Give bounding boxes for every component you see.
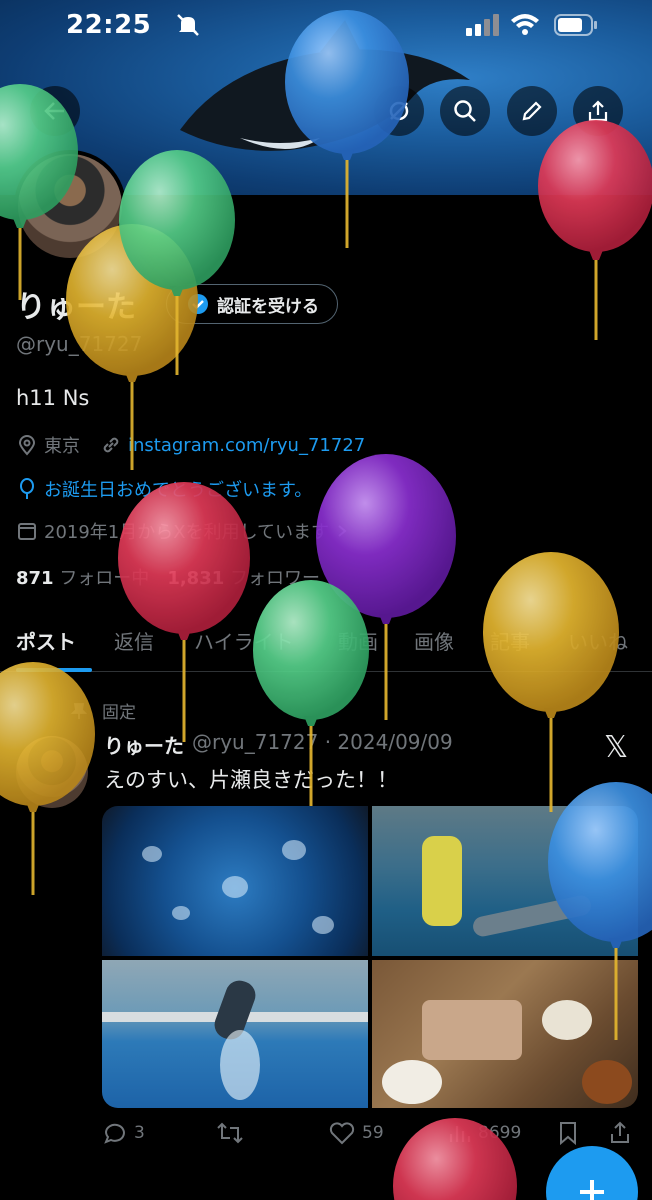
- profile-joined-row[interactable]: 2019年1月からXを利用しています: [16, 518, 349, 544]
- pin-icon: [70, 702, 88, 719]
- bookmark-icon: [560, 1122, 576, 1146]
- back-button[interactable]: [30, 86, 80, 136]
- chevron-right-icon: [338, 525, 347, 537]
- profile-location-link-row: 東京 instagram.com/ryu_71727: [16, 432, 365, 458]
- reply-icon: [104, 1123, 125, 1144]
- repost-icon: [217, 1122, 243, 1144]
- status-bar: 22:25: [0, 0, 652, 52]
- profile-tabs: ポスト 返信 ハイライト 動画 画像 記事 いいね: [0, 610, 652, 672]
- following-count: 871: [16, 568, 54, 589]
- tab-replies[interactable]: 返信: [114, 626, 154, 655]
- profile-name: りゅーた: [16, 290, 136, 325]
- follow-counts: 871 フォロー中 1,831 フォロワー: [16, 564, 320, 590]
- media-dolphin-show-image[interactable]: [102, 960, 368, 1108]
- get-verified-button[interactable]: 認証を受ける: [166, 284, 338, 324]
- profile-avatar[interactable]: [14, 150, 126, 262]
- profile-joined: 2019年1月からXを利用しています: [44, 522, 330, 543]
- profile-handle: @ryu_71727: [16, 332, 143, 356]
- calendar-icon: [18, 523, 36, 540]
- like-count: 59: [362, 1123, 384, 1143]
- back-arrow-icon: [44, 102, 64, 120]
- compose-button[interactable]: [546, 1146, 638, 1200]
- analytics-icon: [449, 1126, 471, 1142]
- media-jellyfish-image[interactable]: [102, 806, 368, 956]
- reply-count: 3: [134, 1123, 145, 1143]
- tab-articles[interactable]: 記事: [490, 626, 530, 655]
- search-button[interactable]: [440, 86, 490, 136]
- plus-icon: [580, 1180, 604, 1200]
- tab-videos[interactable]: 動画: [338, 626, 378, 655]
- following-link[interactable]: 871 フォロー中: [16, 564, 149, 590]
- reply-button[interactable]: 3: [102, 1120, 145, 1146]
- get-verified-label: 認証を受ける: [217, 296, 319, 317]
- search-icon: [454, 100, 476, 122]
- x-logo-icon: 𝕏: [604, 730, 629, 765]
- tab-posts[interactable]: ポスト: [16, 626, 76, 655]
- post-text: えのすい、片瀬良きだった！！: [104, 768, 398, 792]
- link-icon: [103, 437, 119, 453]
- profile-website-link[interactable]: instagram.com/ryu_71727: [128, 435, 365, 456]
- share-icon: [588, 100, 608, 122]
- post-author-name[interactable]: りゅーた: [104, 730, 184, 759]
- battery-icon: [554, 14, 597, 36]
- pencil-icon: [522, 101, 542, 121]
- post-avatar[interactable]: [16, 736, 88, 808]
- like-button[interactable]: 59: [328, 1120, 384, 1146]
- silent-bell-icon: [177, 14, 199, 36]
- profile-birthday-row: お誕生日おめでとうございます。: [16, 476, 312, 502]
- views-count: 8699: [478, 1123, 522, 1143]
- balloon-icon: [20, 478, 34, 499]
- pinned-label: 固定: [102, 703, 136, 723]
- verified-badge-icon: [188, 294, 208, 314]
- profile-bio: h11 Ns: [16, 386, 90, 410]
- post-header: りゅーた @ryu_71727 · 2024/09/09: [104, 730, 453, 759]
- share-button[interactable]: [573, 86, 623, 136]
- post-share-button[interactable]: [608, 1120, 632, 1146]
- heart-icon: [329, 1122, 355, 1145]
- post-actions: 3 59 8699: [102, 1120, 638, 1150]
- status-time: 22:25: [66, 10, 152, 40]
- media-dolphin-trainer-image[interactable]: [372, 806, 638, 956]
- post-media-grid: [102, 806, 638, 1108]
- location-pin-icon: [18, 435, 36, 456]
- profile-location: 東京: [44, 436, 80, 457]
- followers-count: 1,831: [167, 568, 225, 589]
- followers-label: フォロワー: [229, 568, 320, 589]
- media-seafood-meal-image[interactable]: [372, 960, 638, 1108]
- profile-birthday: お誕生日おめでとうございます。: [44, 480, 313, 501]
- active-tab-indicator: [16, 668, 92, 672]
- balloon-purple: [316, 454, 456, 720]
- balloon-yellow-right: [483, 552, 619, 812]
- following-label: フォロー中: [59, 568, 150, 589]
- views-button[interactable]: 8699: [446, 1120, 521, 1146]
- tab-likes[interactable]: いいね: [568, 626, 628, 655]
- followers-link[interactable]: 1,831 フォロワー: [167, 564, 320, 590]
- eye-slash-icon: [389, 101, 409, 121]
- repost-button[interactable]: [216, 1120, 244, 1146]
- pinned-row: 固定: [70, 698, 136, 723]
- tab-media[interactable]: 画像: [414, 626, 454, 655]
- post-author-meta: @ryu_71727 · 2024/09/09: [192, 730, 453, 754]
- hide-button[interactable]: [374, 86, 424, 136]
- wifi-icon: [511, 14, 539, 35]
- edit-button[interactable]: [507, 86, 557, 136]
- tab-highlights[interactable]: ハイライト: [194, 626, 294, 655]
- cellular-signal-icon: [466, 14, 499, 36]
- share-icon: [611, 1121, 629, 1143]
- bookmark-button[interactable]: [556, 1120, 580, 1146]
